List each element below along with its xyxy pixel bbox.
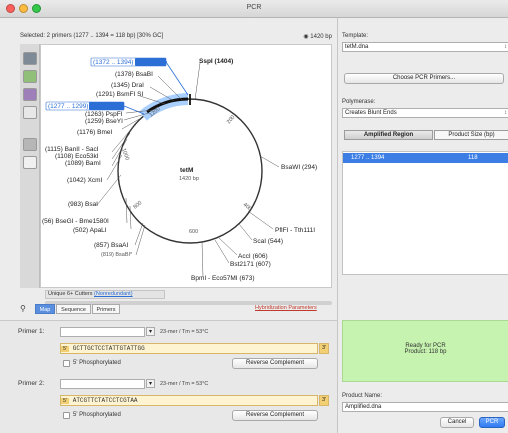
map-tool-strip xyxy=(20,44,40,288)
primer-1-heading: Primer 1: xyxy=(18,328,45,335)
enzyme-label[interactable]: (819) BsaBI* xyxy=(101,252,133,258)
tick-label: 400 xyxy=(242,202,253,213)
enzyme-label[interactable]: Bst2171 (607) xyxy=(230,261,271,268)
enzyme-label[interactable]: (1378) BsaBI xyxy=(115,71,153,78)
enzyme-label[interactable]: (56) BseGI - Bme1580I xyxy=(42,218,109,225)
cancel-button[interactable]: Cancel xyxy=(440,417,474,428)
status-panel: Ready for PCR Product: 118 bp xyxy=(342,320,508,382)
line-tool-icon[interactable] xyxy=(23,156,37,169)
polymerase-select[interactable]: Creates Blunt Ends ↕ xyxy=(342,108,508,118)
product-size-status: Product: 118 bp xyxy=(404,349,447,355)
primer-tool-icon[interactable] xyxy=(23,88,37,101)
tick-label: 800 xyxy=(132,200,143,211)
feature-tool-icon[interactable] xyxy=(23,70,37,83)
region-range: 1277 .. 1394 xyxy=(351,155,385,161)
primer-1-reverse-complement-button[interactable]: Reverse Complement xyxy=(232,358,318,369)
enzyme-label[interactable]: SspI (1404) xyxy=(199,58,233,65)
primer-2-info: 23-mer / Tm = 53°C xyxy=(160,381,209,387)
region-size: 118 xyxy=(468,155,478,161)
primer-1-name-field[interactable] xyxy=(60,327,145,337)
enzyme-label[interactable]: AccI (606) xyxy=(238,253,268,260)
plasmid-name: tetM xyxy=(180,167,193,174)
sequence-length-value: 1420 bp xyxy=(310,34,332,40)
tick-label: 600 xyxy=(189,229,198,235)
enzyme-set-link[interactable]: (Nonredundant) xyxy=(94,291,133,297)
tick-label: 1000 xyxy=(120,148,130,162)
enzyme-label[interactable]: ScaI (544) xyxy=(253,238,283,245)
polymerase-value: Creates Blunt Ends xyxy=(345,110,397,116)
enzyme-label[interactable]: (1263) PspFI xyxy=(85,111,123,118)
title-bar: PCR xyxy=(0,0,508,18)
enzyme-label[interactable]: (502) ApaLI xyxy=(73,227,107,234)
primer-2-sequence[interactable]: 5' ATCGTTCTATCCTCGTAA xyxy=(60,395,318,406)
primer-1-info: 23-mer / Tm = 53°C xyxy=(160,329,209,335)
primer-1-sequence[interactable]: 5' GCTTGCTCCTATTGTATTGG xyxy=(60,343,318,354)
magnifier-icon[interactable]: ⚲ xyxy=(20,304,26,313)
primer-2-dropdown[interactable]: ▾ xyxy=(146,379,155,388)
product-size-column-header[interactable]: Product Size (bp) xyxy=(434,130,508,140)
product-name-field[interactable]: Amplified.dna xyxy=(342,402,508,412)
polymerase-label: Polymerase: xyxy=(342,99,376,105)
enzyme-label[interactable]: BsaWI (294) xyxy=(281,164,317,171)
enzyme-label[interactable]: (983) BsaI xyxy=(68,201,98,208)
primer-2-label[interactable]: (1372 .. 1394) <Primer 2> xyxy=(93,59,168,66)
tab-primers[interactable]: Primers xyxy=(92,304,120,314)
product-name-label: Product Name: xyxy=(342,393,383,399)
primer-2-sequence-text: ATCGTTCTATCCTCGTAA xyxy=(72,397,138,404)
polymerase-dropdown-arrow-icon: ↕ xyxy=(504,110,507,116)
window-title: PCR xyxy=(246,4,262,11)
primer-2-name-field[interactable] xyxy=(60,379,145,389)
enzyme-label[interactable]: (1089) BamI xyxy=(65,160,101,167)
hybridization-parameters-link[interactable]: Hybridization Parameters xyxy=(255,305,317,311)
tab-sequence[interactable]: Sequence xyxy=(56,304,91,314)
primer-1-phosphorylated-checkbox[interactable] xyxy=(63,360,70,367)
primer-1-5prime: 5' xyxy=(61,346,70,352)
primer-1-dropdown[interactable]: ▾ xyxy=(146,327,155,336)
enzyme-set-selector[interactable]: Unique 6+ Cutters (Nonredundant) xyxy=(45,290,165,299)
primer-2-heading: Primer 2: xyxy=(18,380,45,387)
sequence-length: ◉ 1420 bp xyxy=(303,34,332,40)
primer-2-5prime: 5' xyxy=(61,398,70,404)
tick-label: 200 xyxy=(226,114,237,125)
primer-2-3prime: 3' xyxy=(319,395,329,406)
amplified-region-column-header[interactable]: Amplified Region xyxy=(344,130,433,140)
plasmid-map[interactable]: 200 400 600 800 1000 1200 tetM 1420 bp (… xyxy=(40,44,332,288)
template-label: Template: xyxy=(342,33,369,39)
enzyme-label[interactable]: (1176) BmeI xyxy=(77,129,112,136)
list-item[interactable]: 1277 .. 1394 118 xyxy=(343,153,508,163)
enzyme-label[interactable]: PflFI - Tth111I xyxy=(275,227,315,234)
primer-1-phosphorylated-label: 5' Phosphorylated xyxy=(73,360,121,366)
primer-panel: Primer 1: ▾ 23-mer / Tm = 53°C 5' GCTTGC… xyxy=(0,320,337,433)
enzyme-set-label: Unique 6+ Cutters xyxy=(48,291,93,297)
enzyme-label[interactable]: (1291) BsmFI SI xyxy=(96,91,144,98)
template-value: tetM.dna xyxy=(345,44,369,50)
primer-2-phosphorylated-label: 5' Phosphorylated xyxy=(73,412,121,418)
enzyme-label[interactable]: (1108) Eco53kI xyxy=(55,153,99,160)
enzyme-label[interactable]: (1115) BanII - SacI xyxy=(45,146,99,153)
selection-info-bar: Selected: 2 primers (1277 .. 1394 = 118 … xyxy=(20,33,332,43)
tab-map[interactable]: Map xyxy=(35,304,55,314)
orf-tool-icon[interactable] xyxy=(23,106,37,119)
zoom-tool-icon[interactable] xyxy=(23,138,37,151)
template-select[interactable]: tetM.dna ↕ xyxy=(342,42,508,52)
choose-pcr-primers-button[interactable]: Choose PCR Primers... xyxy=(344,73,504,84)
enzyme-label[interactable]: (1259) BseYI xyxy=(85,118,123,125)
primer-1-3prime: 3' xyxy=(319,343,329,354)
plasmid-map-canvas: 200 400 600 800 1000 1200 tetM 1420 bp (… xyxy=(42,57,317,282)
select-tool-icon[interactable] xyxy=(23,52,37,65)
primer-1-label[interactable]: (1277 .. 1299) <Primer 1> xyxy=(48,103,123,110)
primer-1-sequence-text: GCTTGCTCCTATTGTATTGG xyxy=(72,345,145,352)
pcr-settings-panel: Template: tetM.dna ↕ Choose PCR Primers.… xyxy=(337,18,508,433)
enzyme-label[interactable]: (857) BsaAI xyxy=(94,242,129,249)
template-dropdown-arrow-icon: ↕ xyxy=(504,44,507,50)
plasmid-size: 1420 bp xyxy=(179,176,199,182)
pcr-button[interactable]: PCR xyxy=(479,417,505,428)
primer-2-reverse-complement-button[interactable]: Reverse Complement xyxy=(232,410,318,421)
enzyme-label[interactable]: (1345) DraI xyxy=(111,82,144,89)
enzyme-label[interactable]: BpmI - Eco57MI (673) xyxy=(191,275,255,282)
amplified-region-list[interactable]: 1277 .. 1394 118 xyxy=(342,151,508,275)
selection-info: Selected: 2 primers (1277 .. 1394 = 118 … xyxy=(20,33,164,39)
enzyme-label[interactable]: (1042) XcmI xyxy=(67,177,103,184)
primer-2-phosphorylated-checkbox[interactable] xyxy=(63,412,70,419)
